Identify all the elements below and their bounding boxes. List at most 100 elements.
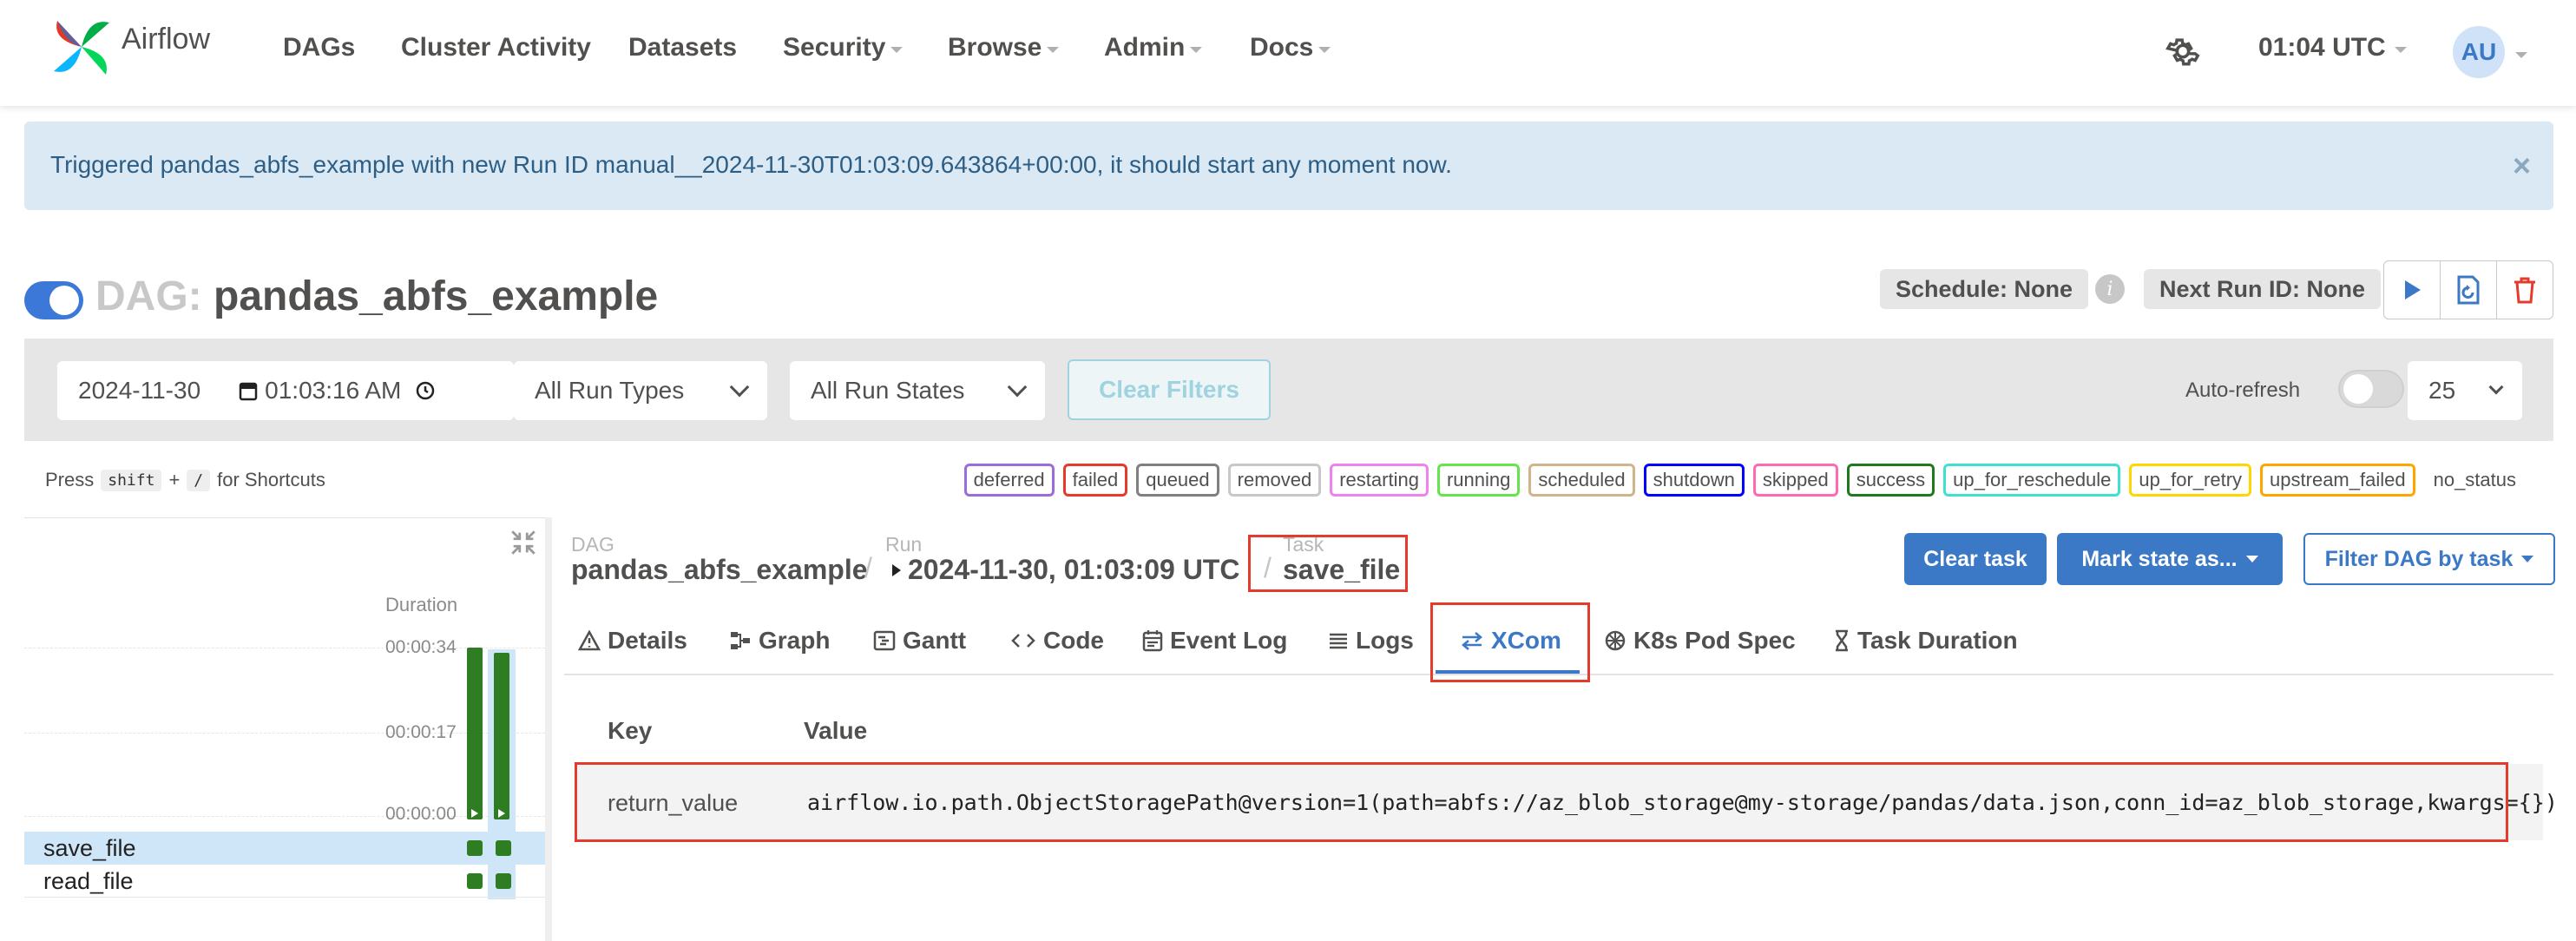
legend-chip-success[interactable]: success — [1846, 464, 1935, 497]
legend-chip-failed[interactable]: failed — [1062, 464, 1128, 497]
task-row[interactable]: read_file — [24, 865, 545, 898]
legend-chip-running[interactable]: running — [1436, 464, 1521, 497]
trash-icon — [2514, 277, 2535, 304]
task-instance-success[interactable] — [496, 873, 511, 889]
run-duration-bar[interactable] — [494, 653, 509, 819]
dag-title-prefix: DAG: — [95, 273, 202, 319]
legend-chip-up-for-reschedule[interactable]: up_for_reschedule — [1943, 464, 2121, 497]
tab-task-duration-label: Task Duration — [1857, 627, 2018, 654]
duration-axis-label: Duration — [385, 594, 458, 615]
breadcrumb-separator: / — [864, 552, 872, 583]
task-instance-success[interactable] — [496, 840, 511, 856]
date-value: 2024-11-30 — [78, 377, 201, 404]
breadcrumb-dag[interactable]: pandas_abfs_example — [571, 554, 868, 586]
breadcrumb-run[interactable]: 2024-11-30, 01:03:09 UTC — [890, 554, 1239, 586]
legend-chip-removed[interactable]: removed — [1227, 464, 1322, 497]
legend-chip-queued[interactable]: queued — [1136, 464, 1219, 497]
caret-down-icon — [2394, 46, 2407, 53]
clear-filters-button[interactable]: Clear Filters — [1068, 359, 1271, 420]
close-icon[interactable]: × — [2513, 148, 2531, 184]
filter-dag-label: Filter DAG by task — [2324, 546, 2514, 571]
dag-pause-toggle[interactable] — [24, 281, 83, 319]
shortcut-key-shift: shift — [101, 469, 162, 491]
auto-refresh-label: Auto-refresh — [2185, 378, 2301, 402]
run-duration-bar[interactable] — [467, 648, 483, 819]
chevron-down-icon — [1007, 377, 1028, 398]
task-row[interactable]: save_file — [24, 832, 545, 865]
clear-task-button[interactable]: Clear task — [1904, 533, 2047, 585]
page-size-select[interactable]: 25 — [2408, 361, 2522, 420]
nav-cluster-activity[interactable]: Cluster Activity — [401, 33, 591, 63]
nav-dags-label: DAGs — [283, 33, 356, 62]
tab-logs[interactable]: Logs — [1328, 627, 1414, 655]
reparse-dag-button[interactable] — [2440, 260, 2497, 319]
dag-title: DAG: pandas_abfs_example — [95, 273, 658, 320]
duration-tick: 00:00:17 — [385, 722, 457, 742]
tab-k8s-pod-spec[interactable]: K8s Pod Spec — [1604, 627, 1796, 655]
auto-refresh-toggle[interactable] — [2338, 370, 2404, 408]
task-instance-success[interactable] — [467, 840, 483, 856]
calendar-icon[interactable] — [239, 380, 258, 401]
filter-dag-by-task-button[interactable]: Filter DAG by task — [2303, 533, 2555, 585]
mark-state-label: Mark state as... — [2081, 546, 2238, 571]
legend-chip-no-status[interactable]: no_status — [2423, 464, 2526, 497]
delete-dag-button[interactable] — [2496, 260, 2553, 319]
task-instance-success[interactable] — [467, 873, 483, 889]
tab-k8s-label: K8s Pod Spec — [1633, 627, 1796, 654]
nav-security-menu[interactable]: Security — [783, 33, 904, 63]
mark-state-button[interactable]: Mark state as... — [2057, 533, 2283, 585]
legend-chip-skipped[interactable]: skipped — [1752, 464, 1838, 497]
shortcut-press-text: Press — [45, 469, 95, 490]
collapse-icon[interactable] — [509, 528, 538, 557]
tab-event-log[interactable]: Event Log — [1142, 627, 1287, 655]
run-type-select[interactable]: All Run Types — [514, 361, 767, 420]
refresh-file-icon — [2457, 275, 2480, 305]
brand-logo-link[interactable]: Airflow — [49, 14, 210, 80]
tab-task-duration[interactable]: Task Duration — [1833, 627, 2018, 655]
nav-dags[interactable]: DAGs — [283, 33, 355, 63]
top-navbar: Airflow DAGs Cluster Activity Datasets S… — [0, 0, 2576, 106]
gear-icon[interactable] — [2163, 31, 2203, 71]
task-name: save_file — [43, 835, 136, 861]
legend-chip-restarting[interactable]: restarting — [1330, 464, 1429, 497]
tab-gantt[interactable]: Gantt — [873, 627, 966, 655]
nav-datasets[interactable]: Datasets — [628, 33, 737, 63]
tab-code[interactable]: Code — [1010, 627, 1104, 655]
legend-chip-upstream-failed[interactable]: upstream_failed — [2260, 464, 2415, 497]
base-date-picker[interactable]: 2024-11-30 01:03:16 AM — [57, 361, 514, 420]
trigger-dag-button[interactable] — [2383, 260, 2441, 319]
highlight-box — [1248, 535, 1408, 592]
clock-label: 01:04 UTC — [2258, 33, 2386, 62]
chevron-down-icon — [2488, 379, 2504, 395]
panel-resize-handle[interactable] — [545, 517, 552, 941]
nav-datasets-label: Datasets — [628, 33, 738, 62]
nav-docs-menu[interactable]: Docs — [1250, 33, 1331, 63]
duration-tick: 00:00:34 — [385, 637, 457, 657]
caret-down-icon[interactable] — [2515, 52, 2527, 58]
legend-chip-scheduled[interactable]: scheduled — [1528, 464, 1635, 497]
breadcrumb-run-value: 2024-11-30, 01:03:09 UTC — [908, 554, 1240, 585]
tab-details[interactable]: Details — [578, 627, 687, 655]
nav-security-label: Security — [783, 33, 886, 62]
clock-icon[interactable] — [415, 380, 436, 401]
list-icon — [1330, 633, 1347, 649]
timezone-clock-menu[interactable]: 01:04 UTC — [2258, 33, 2407, 63]
play-icon — [2405, 280, 2421, 299]
schedule-badge: Schedule: None — [1880, 269, 2089, 309]
legend-chip-deferred[interactable]: deferred — [963, 464, 1055, 497]
info-icon[interactable]: i — [2095, 274, 2125, 304]
caret-down-icon — [1047, 46, 1060, 53]
nav-admin-menu[interactable]: Admin — [1104, 33, 1203, 63]
user-avatar[interactable]: AU — [2453, 26, 2505, 78]
nav-browse-menu[interactable]: Browse — [948, 33, 1060, 63]
caret-down-icon — [1318, 46, 1331, 53]
run-state-select[interactable]: All Run States — [790, 361, 1045, 420]
breadcrumb-dag-label: DAG — [571, 533, 614, 556]
legend-chip-shutdown[interactable]: shutdown — [1643, 464, 1745, 497]
tab-graph[interactable]: Graph — [729, 627, 830, 655]
shortcut-plus: + — [168, 469, 181, 490]
manual-run-icon — [471, 809, 478, 818]
highlight-box — [1430, 602, 1590, 682]
legend-chip-up-for-retry[interactable]: up_for_retry — [2129, 464, 2252, 497]
state-legend: deferred failed queued removed restarting run… — [963, 464, 2526, 497]
